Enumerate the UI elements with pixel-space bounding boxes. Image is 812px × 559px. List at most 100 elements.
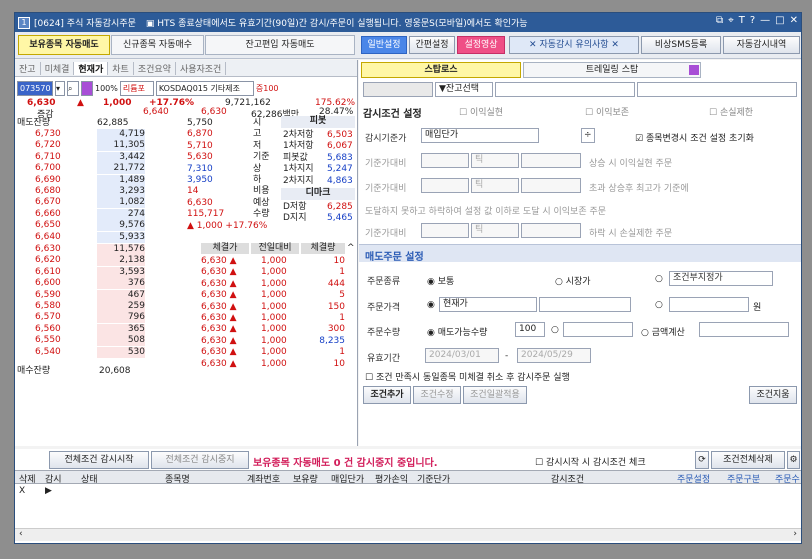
amount-radio[interactable]: ○ 금액계산 <box>641 325 685 338</box>
info-label: 저 <box>253 140 262 151</box>
batch-condition-button[interactable]: 조건일괄적용 <box>463 386 527 404</box>
simple-setting-button[interactable]: 간편설정 <box>409 36 455 54</box>
cmp-input-1[interactable] <box>421 153 469 168</box>
qty-radio[interactable]: ◉ 매도가능수량 <box>427 325 487 338</box>
qty-radio-2[interactable]: ○ <box>551 325 559 335</box>
ask-price: 6,680 <box>35 186 61 196</box>
pivot-value: 6,503 <box>327 130 353 140</box>
scroll-right-icon[interactable]: › <box>793 529 797 539</box>
tab-sell[interactable]: 보유종목 자동매도 <box>18 35 110 55</box>
minimize-icon[interactable]: — <box>760 15 770 26</box>
subtab-price[interactable]: 현재가 <box>74 61 109 75</box>
loss-checkbox[interactable]: ☐ 손실제한 <box>709 105 753 118</box>
balance-select-button[interactable]: ▼잔고선택 <box>435 82 493 97</box>
search-icon[interactable]: ⌕ <box>67 80 79 96</box>
type-cond-radio[interactable]: ○ <box>655 274 663 284</box>
tab-trailing[interactable]: 트레일링 스탑 <box>523 62 701 78</box>
stock-logo-label: 리튬포 <box>119 80 154 96</box>
protect-checkbox[interactable]: ☐ 이익보존 <box>585 105 629 118</box>
scroll-left-icon[interactable]: ‹ <box>19 529 23 539</box>
horizontal-scrollbar[interactable]: ‹ › <box>15 528 801 541</box>
clear-condition-button[interactable]: 조건지움 <box>749 386 797 404</box>
trade-qty: 300 <box>327 324 345 335</box>
text-icon[interactable]: T <box>739 15 745 26</box>
pin-icon[interactable]: ⌖ <box>728 15 734 26</box>
valid-label: 유효기간 <box>367 354 401 364</box>
trade-qty: 444 <box>327 278 345 289</box>
grid-row-play-icon[interactable]: ▶ <box>45 486 52 496</box>
cmp-input-4[interactable] <box>421 223 469 238</box>
start-all-button[interactable]: 전체조건 감시시작 <box>49 451 149 469</box>
close-icon[interactable]: ✕ <box>790 15 798 26</box>
date-to[interactable]: 2024/05/29 <box>517 348 591 363</box>
stop-all-button[interactable]: 전체조건 감시중지 <box>151 451 249 469</box>
price-radio[interactable]: ◉ <box>427 300 435 310</box>
cmp-value-1[interactable] <box>521 153 581 168</box>
grid-row-delete-icon[interactable]: X <box>19 486 25 496</box>
subtab-summary[interactable]: 조건요약 <box>134 61 176 75</box>
refresh-icon[interactable]: ⟳ <box>695 451 709 469</box>
pivot-title: 피봇 <box>281 116 355 128</box>
tab-balance[interactable]: 잔고편입 자동매도 <box>205 35 355 55</box>
cmp-value-2[interactable] <box>521 178 581 193</box>
base-select[interactable]: 매입단가 <box>421 128 539 143</box>
help-icon[interactable]: ? <box>750 15 755 26</box>
add-condition-button[interactable]: 조건추가 <box>363 386 411 404</box>
info-icon[interactable] <box>689 65 699 75</box>
profit-checkbox[interactable]: ☐ 이익실현 <box>459 105 503 118</box>
caution-button[interactable]: ✕ 자동감시 유의사항 ✕ <box>509 36 639 54</box>
type-market-radio[interactable]: ○ 시장가 <box>555 274 591 287</box>
link-icon[interactable]: ⧉ <box>716 15 723 26</box>
tab-buy[interactable]: 신규종목 자동매수 <box>111 35 204 55</box>
tick-select-1[interactable]: 틱 <box>471 153 519 168</box>
reset-checkbox[interactable]: ☑ 종목변경시 조건 설정 초기화 <box>635 131 754 144</box>
pivot-label: 피봇값 <box>283 152 308 163</box>
delete-all-button[interactable]: 조건전체삭제 <box>711 451 785 469</box>
tick-select-2[interactable]: 틱 <box>471 178 519 193</box>
ask-qty: 3,442 <box>97 151 145 163</box>
tab-stoploss[interactable]: 스탑로스 <box>361 62 521 78</box>
subtab-unfilled[interactable]: 미체결 <box>41 61 75 75</box>
price-select[interactable]: 현재가 <box>439 297 537 312</box>
subtab-chart[interactable]: 차트 <box>108 61 134 75</box>
auto-cancel-checkbox[interactable]: ☐ 조건 만족시 동일종목 미체결 취소 후 감시주문 실행 <box>365 370 570 383</box>
qty-input[interactable] <box>563 322 633 337</box>
spin-icon[interactable]: ÷ <box>581 128 595 143</box>
setting-video-button[interactable]: 설정영상 <box>457 36 505 54</box>
settings-icon[interactable]: ⚙ <box>787 451 800 469</box>
stock-code-input[interactable]: 073570 <box>17 80 53 96</box>
date-from[interactable]: 2024/03/01 <box>425 348 499 363</box>
account-input[interactable] <box>363 82 433 97</box>
check-condition-checkbox[interactable]: ☐ 감시시작 시 감시조건 체크 <box>535 455 646 468</box>
price-select-2[interactable] <box>539 297 631 312</box>
expected-price: 6,640 <box>143 107 169 117</box>
qty-pct-input[interactable]: 100 <box>515 322 545 337</box>
cond-price-select[interactable]: 조건부지정가 <box>669 271 773 286</box>
maximize-icon[interactable]: □ <box>775 15 784 26</box>
bid-qty: 376 <box>97 278 145 290</box>
amount-input[interactable] <box>699 322 789 337</box>
dmark-value: 5,465 <box>327 213 353 224</box>
scroll-up-icon[interactable]: ^ <box>347 243 355 254</box>
cmp-value-4[interactable] <box>521 223 581 238</box>
ask-qty: 5,933 <box>97 231 145 243</box>
info-value: 115,717 <box>187 209 225 220</box>
subtab-balance[interactable]: 잔고 <box>15 61 41 75</box>
price-input[interactable] <box>669 297 749 312</box>
code-dropdown-icon[interactable]: ▾ <box>55 80 65 96</box>
cmp-input-2[interactable] <box>421 178 469 193</box>
subtab-user[interactable]: 사용자조건 <box>176 61 227 75</box>
tick-select-4[interactable]: 틱 <box>471 223 519 238</box>
type-normal-radio[interactable]: ◉ 보통 <box>427 274 454 287</box>
sms-button[interactable]: 비상SMS등록 <box>641 36 721 54</box>
price-label: 주문가격 <box>367 303 401 313</box>
orderbook: 매도잔량 62,885 매수잔량 20,608 피봇 디마크 체결가 전일대비 … <box>15 116 357 446</box>
favorite-icon[interactable] <box>81 80 93 96</box>
bid-qty: 796 <box>97 312 145 324</box>
general-setting-button[interactable]: 일반설정 <box>361 36 407 54</box>
price-radio-2[interactable]: ○ <box>655 300 663 310</box>
history-button[interactable]: 자동감시내역 <box>723 36 800 54</box>
edit-condition-button[interactable]: 조건수정 <box>413 386 461 404</box>
margin-pct: 100% <box>95 83 118 93</box>
stock-name: KOSDAQ015 기타제조 <box>155 80 254 96</box>
